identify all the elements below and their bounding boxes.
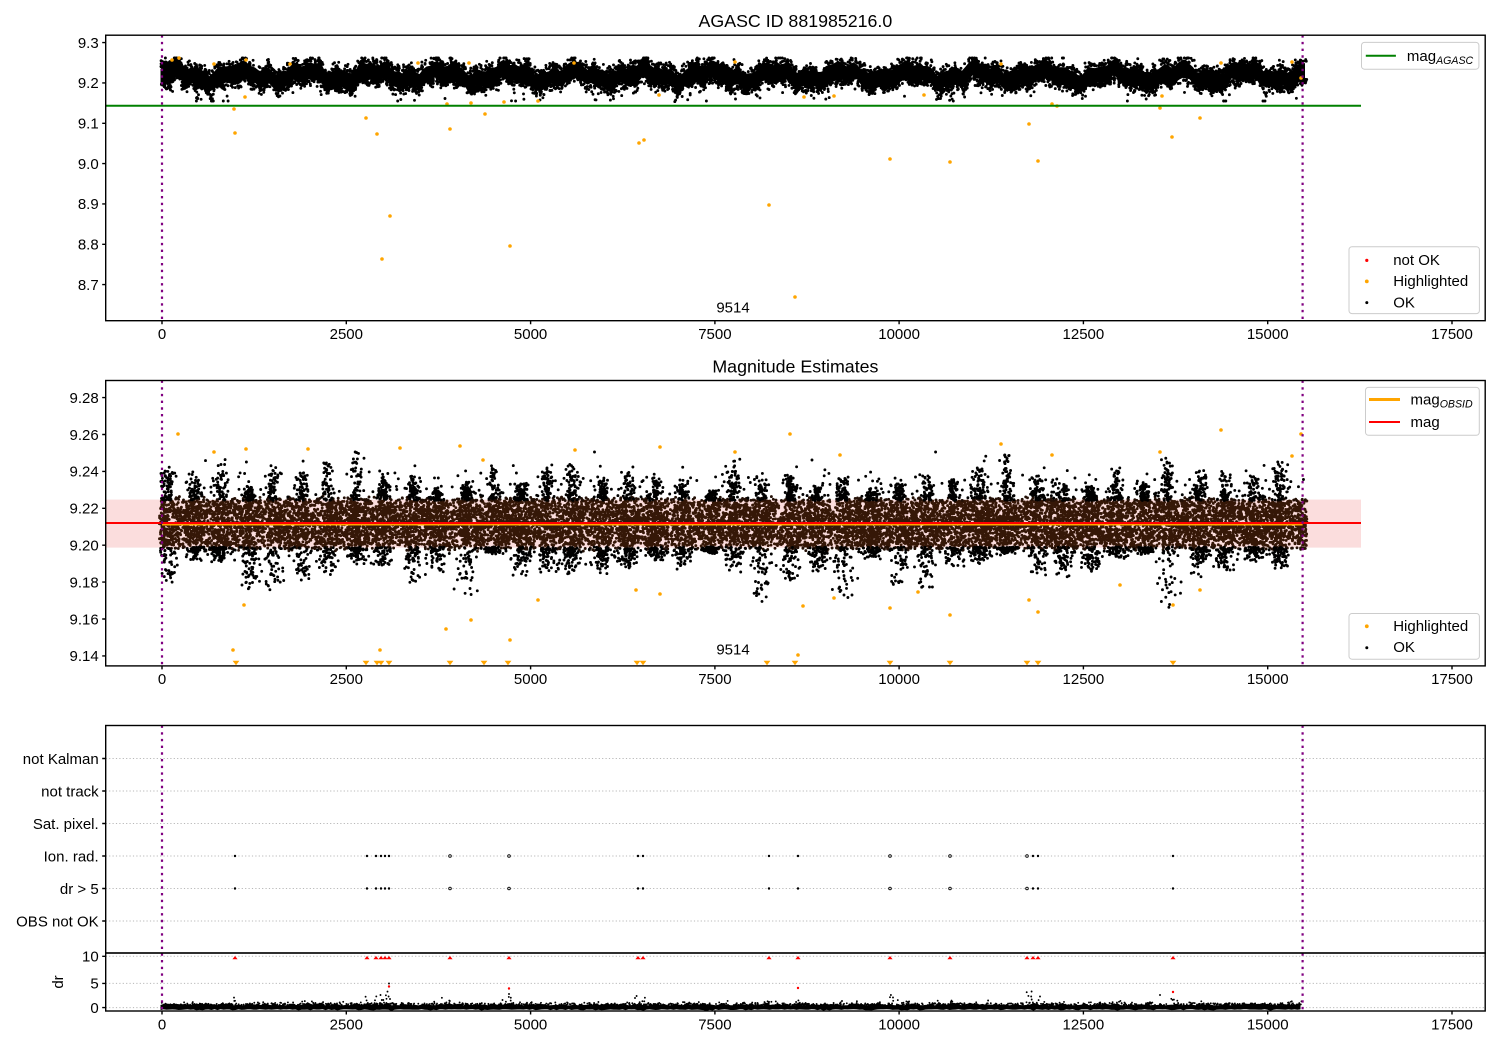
svg-text:AGASC ID 881985216.0: AGASC ID 881985216.0 [699,11,893,31]
svg-text:2500: 2500 [330,671,363,688]
svg-text:0: 0 [158,671,166,688]
svg-text:7500: 7500 [698,671,731,688]
svg-text:9.14: 9.14 [69,648,98,665]
svg-text:OBS not OK: OBS not OK [16,913,99,930]
svg-text:10000: 10000 [878,671,920,688]
svg-text:OK: OK [1393,294,1415,311]
svg-text:12500: 12500 [1063,671,1105,688]
svg-text:7500: 7500 [698,1016,731,1033]
svg-text:9.16: 9.16 [69,611,98,628]
svg-text:dr > 5: dr > 5 [60,881,99,898]
svg-text:7500: 7500 [698,326,731,343]
svg-text:15000: 15000 [1247,671,1289,688]
svg-text:2500: 2500 [330,326,363,343]
svg-text:15000: 15000 [1247,1016,1289,1033]
svg-text:9.26: 9.26 [69,427,98,444]
svg-text:Ion. rad.: Ion. rad. [44,848,99,865]
svg-text:9.18: 9.18 [69,574,98,591]
svg-text:8.8: 8.8 [78,237,99,254]
svg-text:15000: 15000 [1247,326,1289,343]
svg-text:17500: 17500 [1431,671,1473,688]
svg-text:not Kalman: not Kalman [23,751,99,768]
svg-text:9.20: 9.20 [69,538,98,555]
svg-text:9.1: 9.1 [78,116,99,133]
svg-text:9.24: 9.24 [69,464,98,481]
svg-text:0: 0 [90,1000,98,1017]
svg-text:dr: dr [50,975,67,988]
svg-text:0: 0 [158,326,166,343]
svg-text:9.28: 9.28 [69,390,98,407]
svg-text:12500: 12500 [1063,326,1105,343]
svg-text:9.22: 9.22 [69,501,98,518]
svg-text:Highlighted: Highlighted [1393,618,1468,635]
svg-text:not OK: not OK [1393,252,1440,269]
svg-text:17500: 17500 [1431,1016,1473,1033]
svg-text:5000: 5000 [514,1016,547,1033]
svg-text:mag: mag [1411,414,1440,431]
svg-text:OK: OK [1393,639,1415,656]
svg-text:9514: 9514 [716,299,749,316]
svg-text:0: 0 [158,1016,166,1033]
svg-text:10000: 10000 [878,1016,920,1033]
svg-text:5000: 5000 [514,326,547,343]
svg-text:Sat. pixel.: Sat. pixel. [33,816,99,833]
svg-text:Highlighted: Highlighted [1393,273,1468,290]
svg-text:10: 10 [82,949,99,966]
svg-text:5: 5 [90,976,98,993]
svg-text:10000: 10000 [878,326,920,343]
svg-text:2500: 2500 [330,1016,363,1033]
svg-text:17500: 17500 [1431,326,1473,343]
svg-text:9.2: 9.2 [78,75,99,92]
svg-text:Magnitude Estimates: Magnitude Estimates [712,357,878,377]
svg-text:9.0: 9.0 [78,156,99,173]
svg-text:9.3: 9.3 [78,35,99,52]
svg-text:8.7: 8.7 [78,277,99,294]
svg-text:5000: 5000 [514,671,547,688]
svg-text:not track: not track [41,783,99,800]
svg-text:12500: 12500 [1063,1016,1105,1033]
svg-text:9514: 9514 [716,642,749,659]
svg-text:8.9: 8.9 [78,196,99,213]
